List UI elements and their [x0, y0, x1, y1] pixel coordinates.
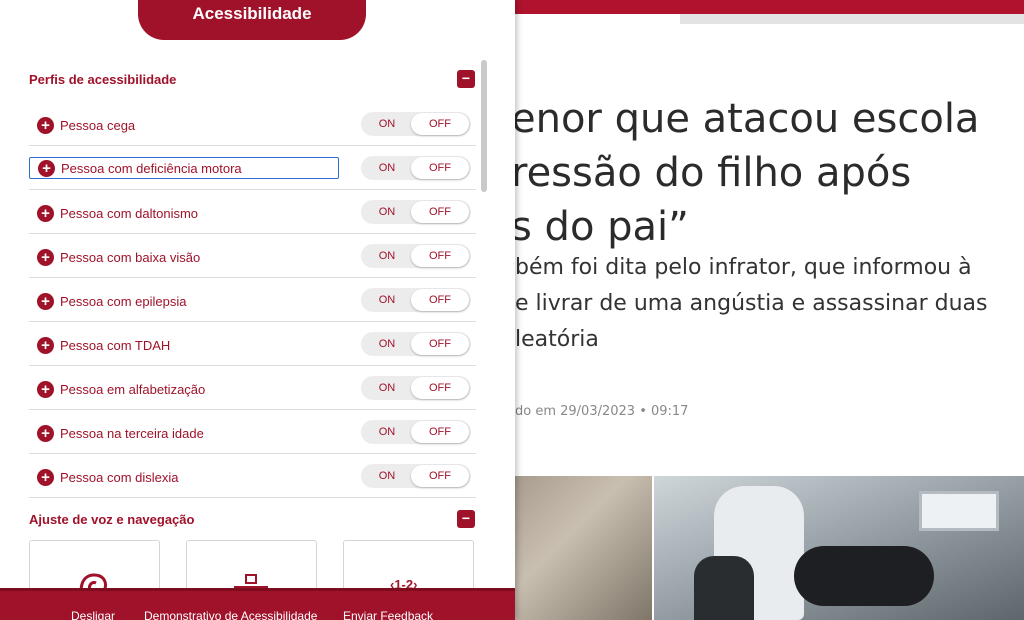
profile-row: + Pessoa cega ON OFF [29, 102, 476, 146]
profile-expand-button[interactable]: + Pessoa com baixa visão [37, 247, 200, 267]
profile-label: Pessoa com TDAH [60, 337, 171, 353]
toggle-on-option[interactable]: ON [361, 244, 413, 268]
plus-icon: + [37, 248, 54, 266]
progress-strip-filled [515, 14, 680, 24]
toggle-on-option[interactable]: ON [361, 112, 413, 136]
profile-toggle[interactable]: ON OFF [361, 288, 471, 312]
disable-link[interactable]: Desligar [71, 609, 115, 620]
toggle-off-option[interactable]: OFF [411, 333, 469, 355]
article-photo-left[interactable] [515, 476, 652, 620]
toggle-on-option[interactable]: ON [361, 464, 413, 488]
collapse-profiles-button[interactable]: − [457, 70, 475, 88]
profile-row: + Pessoa na terceira idade ON OFF [29, 410, 476, 454]
toggle-off-option[interactable]: OFF [411, 421, 469, 443]
plus-icon: + [37, 116, 54, 134]
profile-label: Pessoa com baixa visão [60, 249, 201, 265]
toggle-off-option[interactable]: OFF [411, 465, 469, 487]
plus-icon: + [38, 159, 55, 177]
article-photo-right[interactable] [654, 476, 1024, 620]
collapse-voice-button[interactable]: − [457, 510, 475, 528]
photo-figure [794, 546, 934, 606]
headline-line: enor que atacou escola [515, 96, 980, 142]
headline-line: s do pai” [515, 204, 689, 250]
article-headline: enor que atacou escola ressão do filho a… [515, 92, 1024, 254]
profile-expand-button[interactable]: + Pessoa na terceira idade [37, 423, 204, 443]
profile-label: Pessoa com dislexia [60, 469, 179, 485]
profiles-section-title: Perfis de acessibilidade [29, 72, 177, 87]
plus-icon: + [37, 468, 54, 486]
subtitle-line: leatória [515, 327, 599, 352]
profile-expand-button[interactable]: + Pessoa em alfabetização [37, 379, 205, 399]
profile-expand-button[interactable]: + Pessoa com deficiência motora [29, 157, 339, 179]
panel-footer: Desligar Demonstrativo de Acessibilidade… [0, 588, 515, 620]
profile-label: Pessoa com deficiência motora [61, 160, 242, 176]
toggle-on-option[interactable]: ON [361, 288, 413, 312]
toggle-off-option[interactable]: OFF [411, 377, 469, 399]
profile-label: Pessoa cega [60, 117, 136, 133]
profile-toggle[interactable]: ON OFF [361, 464, 471, 488]
profile-expand-button[interactable]: + Pessoa cega [37, 115, 135, 135]
toggle-on-option[interactable]: ON [361, 200, 413, 224]
page: enor que atacou escola ressão do filho a… [0, 0, 1024, 620]
profile-label: Pessoa em alfabetização [60, 381, 206, 397]
profile-toggle[interactable]: ON OFF [361, 420, 471, 444]
profile-row: + Pessoa com TDAH ON OFF [29, 322, 476, 366]
toggle-off-option[interactable]: OFF [411, 245, 469, 267]
profile-row: + Pessoa com baixa visão ON OFF [29, 234, 476, 278]
site-top-bar [515, 0, 1024, 14]
profile-expand-button[interactable]: + Pessoa com daltonismo [37, 203, 198, 223]
panel-title[interactable]: Acessibilidade [138, 0, 366, 40]
profile-toggle[interactable]: ON OFF [361, 332, 471, 356]
profile-row: + Pessoa com deficiência motora ON OFF [29, 146, 476, 190]
plus-icon: + [37, 336, 54, 354]
profile-row: + Pessoa com dislexia ON OFF [29, 454, 476, 498]
plus-icon: + [37, 204, 54, 222]
subtitle-line: bém foi dita pelo infrator, que informou… [515, 255, 972, 280]
profile-label: Pessoa com daltonismo [60, 205, 199, 221]
toggle-off-option[interactable]: OFF [411, 113, 469, 135]
news-article: enor que atacou escola ressão do filho a… [515, 0, 1024, 620]
voice-section-header[interactable]: Ajuste de voz e navegação − [29, 508, 476, 532]
profile-toggle[interactable]: ON OFF [361, 156, 471, 180]
profile-toggle[interactable]: ON OFF [361, 112, 471, 136]
accessibility-panel: Acessibilidade Perfis de acessibilidade … [0, 0, 515, 620]
profile-toggle[interactable]: ON OFF [361, 376, 471, 400]
profile-toggle[interactable]: ON OFF [361, 200, 471, 224]
profile-expand-button[interactable]: + Pessoa com epilepsia [37, 291, 186, 311]
profile-row: + Pessoa com epilepsia ON OFF [29, 278, 476, 322]
profile-label: Pessoa na terceira idade [60, 425, 204, 441]
subtitle-line: e livrar de uma angústia e assassinar du… [515, 291, 988, 316]
plus-icon: + [37, 424, 54, 442]
headline-line: ressão do filho após [515, 150, 912, 196]
profile-expand-button[interactable]: + Pessoa com TDAH [37, 335, 170, 355]
progress-strip [680, 14, 1024, 24]
profile-toggle[interactable]: ON OFF [361, 244, 471, 268]
profiles-section-header[interactable]: Perfis de acessibilidade − [29, 68, 476, 92]
article-date: do em 29/03/2023 • 09:17 [515, 404, 689, 419]
photo-figure [694, 556, 754, 620]
profile-row: + Pessoa em alfabetização ON OFF [29, 366, 476, 410]
demo-link[interactable]: Demonstrativo de Acessibilidade [144, 609, 317, 620]
profile-label: Pessoa com epilepsia [60, 293, 187, 309]
toggle-off-option[interactable]: OFF [411, 289, 469, 311]
profile-row: + Pessoa com daltonismo ON OFF [29, 190, 476, 234]
feedback-link[interactable]: Enviar Feedback [343, 609, 433, 620]
profile-expand-button[interactable]: + Pessoa com dislexia [37, 467, 179, 487]
article-subtitle: bém foi dita pelo infrator, que informou… [515, 250, 1024, 358]
plus-icon: + [37, 292, 54, 310]
photo-desk [919, 491, 999, 531]
toggle-on-option[interactable]: ON [361, 420, 413, 444]
voice-section-title: Ajuste de voz e navegação [29, 512, 195, 527]
plus-icon: + [37, 380, 54, 398]
toggle-off-option[interactable]: OFF [411, 201, 469, 223]
toggle-on-option[interactable]: ON [361, 376, 413, 400]
toggle-on-option[interactable]: ON [361, 332, 413, 356]
panel-scrollbar[interactable] [481, 60, 487, 192]
toggle-on-option[interactable]: ON [361, 156, 413, 180]
toggle-off-option[interactable]: OFF [411, 157, 469, 179]
